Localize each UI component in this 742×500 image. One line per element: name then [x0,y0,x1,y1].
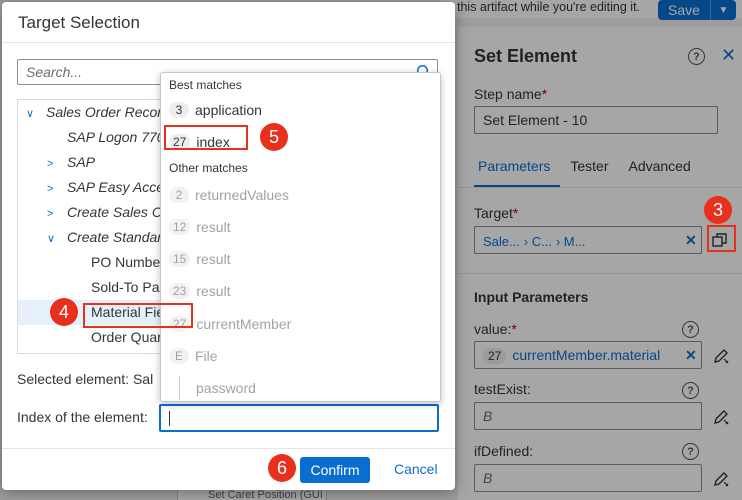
confirm-button[interactable]: Confirm [300,457,370,483]
search-placeholder: Search... [26,64,83,80]
tree-item[interactable]: SAP Logon 770 [67,125,165,150]
tree-item[interactable]: Sold-To Pa [91,275,159,300]
suggestion-item[interactable]: password [196,376,256,400]
chevron-right-icon[interactable]: > [47,152,59,177]
chevron-right-icon[interactable]: > [47,177,59,202]
best-matches-header: Best matches [169,78,242,92]
step-marker-5: 5 [260,123,288,151]
target-selection-dialog: Target Selection Search... ∨ Sales Order … [2,2,455,490]
tree-item[interactable]: ∨ Sales Order Record [26,100,170,125]
suggestion-item[interactable]: E File [169,344,218,368]
index-label: Index of the element: [17,409,148,425]
selected-element-label: Selected element: Sal [17,371,154,387]
suggestion-item[interactable]: 2 returnedValues [169,183,289,207]
cancel-button[interactable]: Cancel [394,461,438,477]
chevron-down-icon[interactable]: ∨ [47,227,59,252]
dialog-title: Target Selection [18,13,140,32]
tree-item[interactable]: Order Quar [91,325,162,350]
suggestion-item[interactable]: 3 application [169,98,262,122]
tree-item[interactable]: > Create Sales C [47,200,162,225]
tree-item[interactable]: PO Numbe [91,250,160,275]
step-marker-6: 6 [268,454,296,482]
highlight-box [83,303,193,328]
highlight-box [707,225,736,252]
chevron-right-icon[interactable]: > [47,202,59,227]
suggestion-item[interactable]: 23 result [169,279,231,303]
step-marker-4: 4 [50,298,78,326]
suggestion-item[interactable]: 12 result [169,215,231,239]
selected-element-value: Sal [132,371,154,387]
chevron-down-icon[interactable]: ∨ [26,102,38,127]
tree-item[interactable]: ∨ Create Standar [47,225,162,250]
other-matches-header: Other matches [169,161,248,175]
step-marker-3: 3 [704,196,732,224]
tree-item[interactable]: > SAP Easy Acce [47,175,164,200]
tree-item[interactable]: > SAP [47,150,95,175]
highlight-box [164,125,248,150]
suggestion-item[interactable]: 15 result [169,247,231,271]
suggestion-popup: Best matches 3 application 27 index Other … [160,72,441,402]
index-input[interactable] [159,404,439,432]
